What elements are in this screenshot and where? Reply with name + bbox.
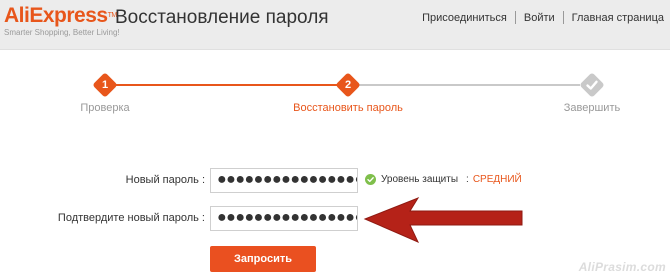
watermark: AliPrasim.com xyxy=(578,260,666,274)
nav-divider xyxy=(562,11,564,24)
progress-line-completed xyxy=(115,84,337,86)
strength-label: Уровень защиты xyxy=(381,174,459,185)
strength-colon: : xyxy=(466,174,469,185)
aliexpress-logo[interactable]: AliExpressTM Smarter Shopping, Better Li… xyxy=(4,5,120,38)
submit-button[interactable]: Запросить xyxy=(210,246,316,272)
step-check-icon xyxy=(580,73,604,97)
join-link[interactable]: Присоединиться xyxy=(422,12,507,24)
step-3-label: Завершить xyxy=(563,102,621,114)
logo-tagline: Smarter Shopping, Better Living! xyxy=(4,28,120,37)
step-2-label: Восстановить пароль xyxy=(293,102,403,114)
new-password-input[interactable]: ●●●●●●●●●●●●●●●●● xyxy=(210,168,358,193)
step-3-marker xyxy=(579,72,605,98)
strength-level: СРЕДНИЙ xyxy=(472,174,522,185)
pointer-arrow-icon xyxy=(363,196,523,243)
check-circle-icon xyxy=(365,174,376,185)
nav-divider xyxy=(514,11,516,24)
page-title: Восстановление пароля xyxy=(115,7,329,28)
top-navigation: Присоединиться Войти Главная страница xyxy=(422,11,664,24)
logo-text: AliExpressTM xyxy=(4,4,117,27)
confirm-password-input[interactable]: ●●●●●●●●●●●●●●●●● xyxy=(210,206,358,231)
new-password-label: Новый пароль : xyxy=(125,174,205,186)
progress-steps: 1 Проверка 2 Восстановить пароль Заверши… xyxy=(0,72,670,122)
sign-in-link[interactable]: Войти xyxy=(524,12,555,24)
home-link[interactable]: Главная страница xyxy=(572,12,664,24)
password-strength: Уровень защиты : СРЕДНИЙ xyxy=(365,174,522,185)
step-2-marker: 2 xyxy=(335,72,361,98)
progress-line-pending xyxy=(358,84,580,86)
step-1-label: Проверка xyxy=(80,102,130,114)
step-1-marker: 1 xyxy=(92,72,118,98)
header: AliExpressTM Smarter Shopping, Better Li… xyxy=(0,0,670,50)
confirm-password-label: Подтвердите новый пароль : xyxy=(57,212,205,224)
